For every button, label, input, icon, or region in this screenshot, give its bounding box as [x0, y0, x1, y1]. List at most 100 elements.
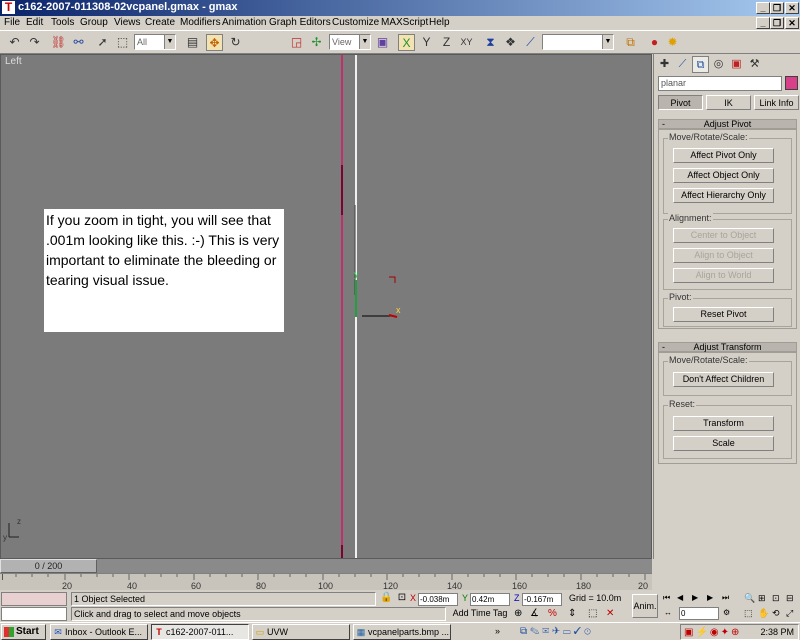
menu-create[interactable]: Create [145, 16, 175, 30]
menu-tools[interactable]: Tools [51, 16, 74, 30]
track-view-icon[interactable]: ⧉ [622, 34, 639, 51]
align-to-object-button[interactable]: Align to Object [673, 248, 774, 263]
menu-group[interactable]: Group [80, 16, 108, 30]
add-time-tag-button[interactable]: Add Time Tag [449, 607, 511, 621]
modify-tab-icon[interactable]: ⟋ [674, 56, 691, 73]
play-icon[interactable]: ▶ [692, 592, 703, 604]
tray-icons[interactable]: ▣⚡◉✦⊕ [684, 626, 741, 639]
reset-pivot-button[interactable]: Reset Pivot [673, 307, 774, 322]
maxscript-listener-mini[interactable] [1, 592, 67, 606]
menu-graph-editors[interactable]: Graph Editors [269, 16, 331, 30]
display-tab-icon[interactable]: ▣ [728, 56, 745, 73]
zoom-all-icon[interactable]: ⊞ [758, 592, 770, 604]
utilities-tab-icon[interactable]: ⚒ [746, 56, 763, 73]
restrict-y-icon[interactable]: Y [418, 34, 435, 51]
maxscript-input-mini[interactable] [1, 607, 67, 621]
animate-button[interactable]: Anim. [632, 594, 658, 618]
snap-toggle-icon[interactable]: ⊕ [514, 607, 526, 620]
taskbar-overflow-icon[interactable]: » [495, 626, 500, 636]
absolute-mode-icon[interactable]: ⊡ [396, 592, 408, 604]
lock-selection-icon[interactable]: 🔒 [380, 592, 392, 604]
restrict-z-icon[interactable]: Z [438, 34, 455, 51]
hierarchy-tab-icon[interactable]: ⧉ [692, 56, 709, 73]
menu-file[interactable]: File [4, 16, 20, 30]
restore-button[interactable]: ❐ [770, 2, 784, 14]
close-button[interactable]: ✕ [785, 2, 799, 14]
reset-scale-button[interactable]: Scale [673, 436, 774, 451]
undo-icon[interactable]: ↶ [6, 34, 23, 51]
region-select-icon[interactable]: ⬚ [114, 34, 131, 51]
time-config-icon[interactable]: ⚙ [723, 607, 734, 619]
task-uvw[interactable]: ▭ UVW [252, 624, 350, 640]
motion-tab-icon[interactable]: ◎ [710, 56, 727, 73]
select-object-icon[interactable]: ➚ [94, 34, 111, 51]
x-coord-field[interactable]: -0.038m [418, 593, 458, 606]
angle-snap-icon[interactable]: ∡ [530, 607, 542, 620]
scale-icon[interactable]: ◲ [288, 34, 305, 51]
zoom-icon[interactable]: 🔍 [744, 592, 756, 604]
object-color-swatch[interactable] [785, 76, 798, 90]
maximize-viewport-icon[interactable]: ⤢ [786, 607, 798, 619]
track-bar[interactable]: 20 40 60 80 100 120 140 160 180 20 [0, 573, 652, 591]
dont-affect-children-button[interactable]: Don't Affect Children [673, 372, 774, 387]
center-to-object-button[interactable]: Center to Object [673, 228, 774, 243]
task-outlook[interactable]: ✉ Inbox - Outlook E... [50, 624, 148, 640]
menu-help[interactable]: Help [429, 16, 450, 30]
menu-views[interactable]: Views [114, 16, 141, 30]
arc-rotate-icon[interactable]: ⟲ [772, 607, 784, 619]
tab-pivot[interactable]: Pivot [658, 95, 703, 110]
affect-object-only-button[interactable]: Affect Object Only [673, 168, 774, 183]
zoom-extents-icon[interactable]: ⊡ [772, 592, 784, 604]
tab-link-info[interactable]: Link Info [754, 95, 799, 110]
gmax-app-icon[interactable]: T [2, 1, 15, 14]
array-icon[interactable]: ❖ [502, 34, 519, 51]
restrict-x-icon[interactable]: X [398, 34, 415, 51]
rollout-adjust-pivot[interactable]: - Adjust Pivot [658, 119, 797, 129]
doc-close-button[interactable]: ✕ [785, 17, 799, 29]
unlink-icon[interactable]: ⚯ [70, 34, 87, 51]
percent-snap-icon[interactable]: % [548, 607, 560, 620]
time-slider-thumb[interactable]: 0 / 200 [0, 559, 97, 573]
region-zoom-icon[interactable]: ⬚ [744, 607, 756, 619]
align-to-world-button[interactable]: Align to World [673, 268, 774, 283]
menu-maxscript[interactable]: MAXScript [381, 16, 428, 30]
minimize-button[interactable]: _ [756, 2, 770, 14]
material-editor-icon[interactable]: ● [646, 34, 663, 51]
render-icon[interactable]: ✹ [664, 34, 681, 51]
reset-transform-button[interactable]: Transform [673, 416, 774, 431]
align-icon[interactable]: ⟋ [522, 34, 539, 51]
viewport-left[interactable]: Left y x z y If you zoom in tight, you w… [0, 54, 652, 559]
snap-icon[interactable]: ✢ [308, 34, 325, 51]
z-coord-field[interactable]: -0.167m [522, 593, 562, 606]
rotate-icon[interactable]: ↻ [227, 34, 244, 51]
time-slider[interactable]: 0 / 200 [0, 559, 652, 573]
menu-modifiers[interactable]: Modifiers [180, 16, 221, 30]
menu-customize[interactable]: Customize [332, 16, 379, 30]
zoom-extents-all-icon[interactable]: ⊟ [786, 592, 798, 604]
next-frame-icon[interactable]: ▶ [707, 592, 718, 604]
quick-launch-icons[interactable]: ⧉✎✉✈▭✓⊙ [520, 625, 670, 639]
selection-filter-select[interactable]: All ▼ [134, 34, 176, 50]
affect-pivot-only-button[interactable]: Affect Pivot Only [673, 148, 774, 163]
select-link-icon[interactable]: ⛓ [50, 34, 67, 51]
create-tab-icon[interactable]: ✚ [656, 56, 673, 73]
prev-frame-icon[interactable]: ◀ [677, 592, 688, 604]
spinner-snap-icon[interactable]: ⇕ [568, 607, 580, 620]
doc-minimize-button[interactable]: _ [756, 17, 770, 29]
mirror-icon[interactable]: ⧗ [482, 34, 499, 51]
menu-edit[interactable]: Edit [26, 16, 43, 30]
goto-start-icon[interactable]: ⏮ [663, 592, 674, 604]
select-by-name-icon[interactable]: ▤ [184, 34, 201, 51]
named-selection-select[interactable]: ▼ [542, 34, 614, 50]
object-name-field[interactable]: planar [658, 76, 782, 91]
pan-icon[interactable]: ✋ [758, 607, 770, 619]
current-frame-field[interactable]: 0 [679, 607, 719, 620]
start-button[interactable]: Start [1, 624, 46, 640]
y-coord-field[interactable]: 0.42m [470, 593, 510, 606]
tab-ik[interactable]: IK [706, 95, 751, 110]
doc-restore-button[interactable]: ❐ [770, 17, 784, 29]
pivot-center-icon[interactable]: ▣ [374, 34, 391, 51]
ref-coord-select[interactable]: View ▼ [329, 34, 371, 50]
rollout-adjust-transform[interactable]: - Adjust Transform [658, 342, 797, 352]
key-mode-icon[interactable]: ↔ [664, 607, 675, 619]
